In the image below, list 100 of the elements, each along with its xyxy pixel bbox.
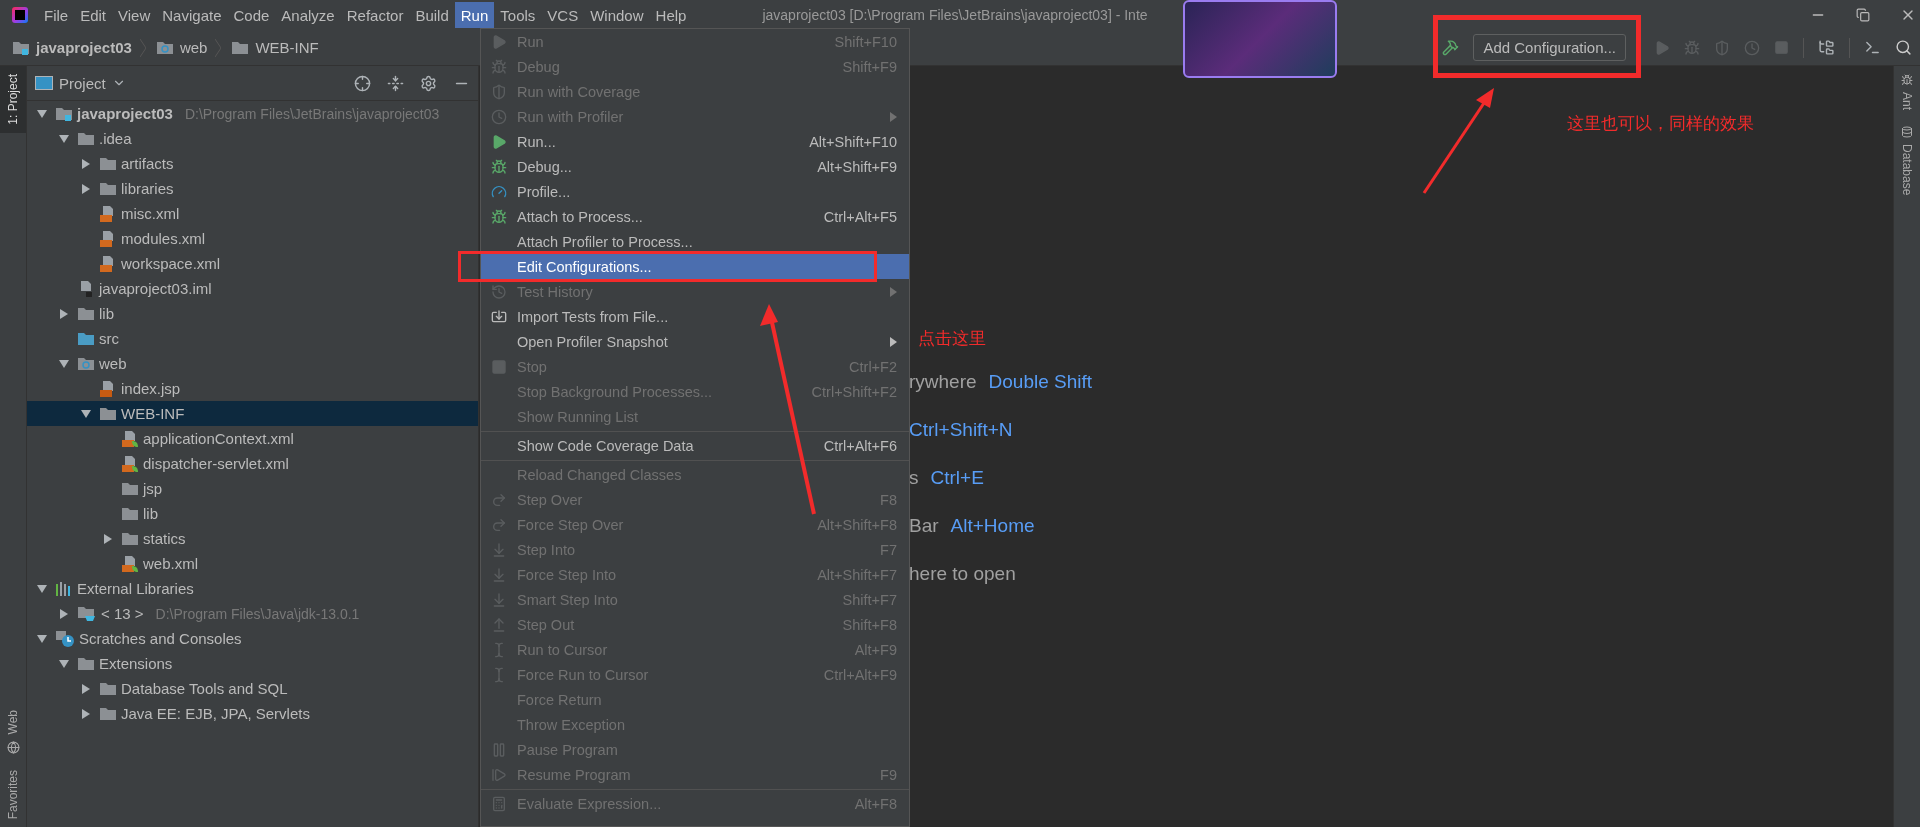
- menu-bar-item[interactable]: Help: [649, 2, 693, 28]
- tree-item-label: applicationContext.xml: [143, 430, 294, 447]
- folder-icon: [155, 40, 174, 55]
- menu-bar-item[interactable]: Tools: [494, 2, 542, 28]
- tree-row[interactable]: lib: [27, 301, 478, 326]
- tree-row[interactable]: < 13 > D:\Program Files\Java\jdk-13.0.1: [27, 601, 478, 626]
- hint-shortcut: Double Shift: [988, 371, 1093, 393]
- hint-shortcut: Ctrl+Shift+N: [909, 419, 1013, 441]
- menu-item[interactable]: Show Code Coverage Data Ctrl+Alt+F6: [481, 433, 909, 458]
- expanded-arrow-icon[interactable]: [59, 358, 69, 369]
- search-icon[interactable]: [1895, 39, 1912, 56]
- menu-item[interactable]: Profile...: [481, 179, 909, 204]
- tree-row[interactable]: Scratches and Consoles: [27, 626, 478, 651]
- crosshair-icon[interactable]: [354, 74, 371, 92]
- menu-bar-item[interactable]: Analyze: [275, 2, 341, 28]
- expanded-arrow-icon[interactable]: [81, 408, 91, 419]
- tree-row[interactable]: src: [27, 326, 478, 351]
- tree-item-label: dispatcher-servlet.xml: [143, 455, 289, 472]
- resume-icon: [491, 766, 507, 783]
- menu-item[interactable]: Run... Alt+Shift+F10: [481, 129, 909, 154]
- menu-bar-item[interactable]: VCS: [541, 2, 585, 28]
- menu-item[interactable]: Attach Profiler to Process...: [481, 229, 909, 254]
- hint-shortcut: Ctrl+E: [930, 467, 984, 489]
- annotation-note: 点击这里: [918, 327, 986, 350]
- tree-item-label: javaproject03: [77, 105, 173, 122]
- breadcrumb-item[interactable]: WEB-INF: [255, 39, 319, 56]
- tree-row[interactable]: web: [27, 351, 478, 376]
- menu-item[interactable]: Attach to Process... Ctrl+Alt+F5: [481, 204, 909, 229]
- tree-row[interactable]: web.xml: [27, 551, 478, 576]
- tree-row[interactable]: applicationContext.xml: [27, 426, 478, 451]
- tree-row[interactable]: javaproject03 D:\Program Files\JetBrains\javaproject03: [27, 101, 478, 126]
- tree-row[interactable]: libraries: [27, 176, 478, 201]
- panel-title[interactable]: Project: [59, 74, 106, 92]
- menu-item[interactable]: Import Tests from File...: [481, 304, 909, 329]
- tree-row[interactable]: workspace.xml: [27, 251, 478, 276]
- menu-bar-item[interactable]: Window: [584, 2, 650, 28]
- expanded-arrow-icon[interactable]: [37, 583, 47, 594]
- collapsed-arrow-icon[interactable]: [59, 308, 69, 319]
- menu-bar-item[interactable]: Code: [227, 2, 276, 28]
- tree-row[interactable]: artifacts: [27, 151, 478, 176]
- menu-item[interactable]: Debug... Alt+Shift+F9: [481, 154, 909, 179]
- tool-window-tab[interactable]: Ant: [1894, 66, 1920, 118]
- tree-row[interactable]: WEB-INF: [27, 401, 478, 426]
- menu-bar-item[interactable]: Navigate: [156, 2, 228, 28]
- menu-bar-item[interactable]: View: [112, 2, 157, 28]
- settings-icon[interactable]: [420, 74, 437, 92]
- collapsed-arrow-icon[interactable]: [103, 533, 113, 544]
- menu-bar-item[interactable]: Refactor: [340, 2, 410, 28]
- tree-row[interactable]: Database Tools and SQL: [27, 676, 478, 701]
- tree-row[interactable]: jsp: [27, 476, 478, 501]
- menu-bar-item[interactable]: File: [38, 2, 75, 28]
- app-logo: [12, 7, 28, 23]
- terminal-icon[interactable]: [1864, 39, 1881, 56]
- breadcrumb-item[interactable]: javaproject03: [36, 39, 132, 56]
- project-structure-icon[interactable]: [1818, 39, 1835, 56]
- hint-text: s: [909, 467, 919, 489]
- sdk-folder-icon: [77, 605, 97, 622]
- history-icon: [491, 283, 507, 300]
- collapse-all-icon[interactable]: [387, 74, 404, 92]
- collapsed-arrow-icon[interactable]: [59, 608, 69, 619]
- tree-item-label: WEB-INF: [121, 405, 185, 422]
- tool-window-tab[interactable]: 1: Project: [0, 66, 26, 133]
- restore-icon[interactable]: [1856, 8, 1870, 22]
- tree-row[interactable]: dispatcher-servlet.xml: [27, 451, 478, 476]
- add-configuration-button[interactable]: Add Configuration...: [1473, 34, 1626, 61]
- menu-item[interactable]: Edit Configurations...: [481, 254, 909, 279]
- step-over-icon: [491, 516, 507, 533]
- bug-icon: [491, 58, 507, 75]
- tree-row[interactable]: index.jsp: [27, 376, 478, 401]
- expanded-arrow-icon[interactable]: [37, 108, 47, 119]
- expanded-arrow-icon[interactable]: [37, 633, 47, 644]
- tool-window-tab[interactable]: Web: [0, 702, 26, 762]
- collapsed-arrow-icon[interactable]: [81, 708, 91, 719]
- folder-icon: [99, 156, 117, 171]
- expanded-arrow-icon[interactable]: [59, 658, 69, 669]
- tree-row[interactable]: Extensions: [27, 651, 478, 676]
- menu-bar-item[interactable]: Build: [409, 2, 455, 28]
- menu-bar-item[interactable]: Edit: [74, 2, 113, 28]
- breadcrumb-item[interactable]: web: [179, 39, 208, 56]
- menu-bar-item[interactable]: Run: [454, 2, 495, 28]
- tool-window-tab[interactable]: Database: [1894, 118, 1920, 204]
- collapsed-arrow-icon[interactable]: [81, 158, 91, 169]
- tree-row[interactable]: lib: [27, 501, 478, 526]
- import-icon: [491, 308, 507, 325]
- tree-item-label: libraries: [121, 180, 174, 197]
- tree-row[interactable]: modules.xml: [27, 226, 478, 251]
- collapsed-arrow-icon[interactable]: [81, 183, 91, 194]
- tree-row[interactable]: .idea: [27, 126, 478, 151]
- tree-row[interactable]: javaproject03.iml: [27, 276, 478, 301]
- tree-row[interactable]: misc.xml: [27, 201, 478, 226]
- folder-icon: [77, 656, 95, 671]
- tree-row[interactable]: External Libraries: [27, 576, 478, 601]
- tree-item-path: D:\Program Files\Java\jdk-13.0.1: [155, 605, 360, 622]
- tree-row[interactable]: statics: [27, 526, 478, 551]
- tool-window-tab[interactable]: Favorites: [0, 761, 26, 827]
- hammer-icon[interactable]: [1442, 39, 1460, 56]
- collapsed-arrow-icon[interactable]: [81, 683, 91, 694]
- expanded-arrow-icon[interactable]: [59, 133, 69, 144]
- menu-item[interactable]: Open Profiler Snapshot: [481, 329, 909, 354]
- tree-row[interactable]: Java EE: EJB, JPA, Servlets: [27, 701, 478, 726]
